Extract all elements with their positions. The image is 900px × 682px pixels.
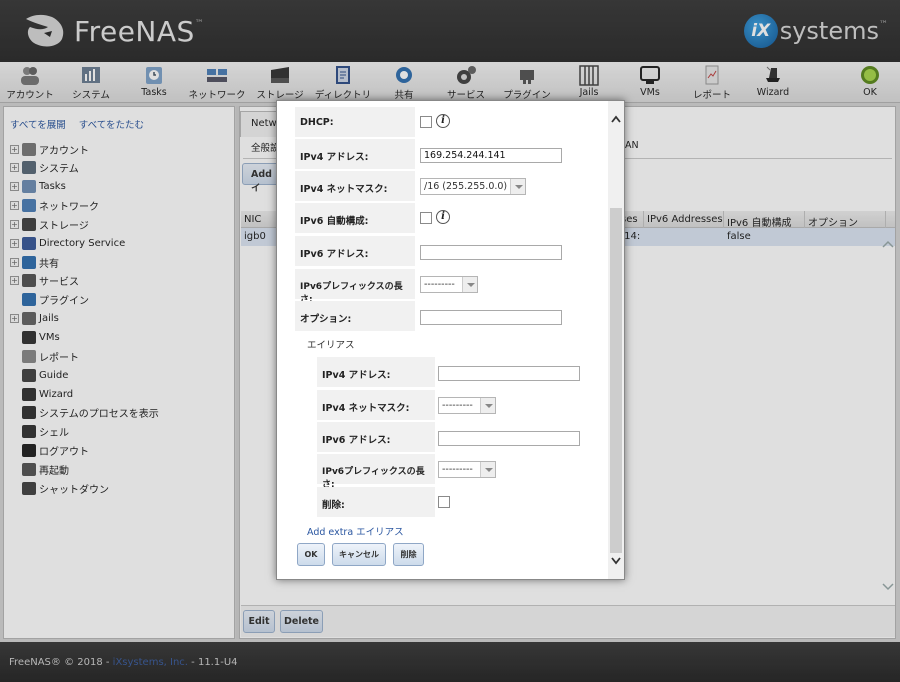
- cancel-button[interactable]: キャンセル: [332, 543, 386, 566]
- alias-ipv6-prefix-row: IPv6プレフィックスの長さ: ---------: [317, 454, 609, 490]
- alias-delete-row: 削除:: [317, 487, 609, 517]
- alias-section-label: エイリアス: [307, 340, 355, 351]
- ipv4-netmask-label: IPv4 ネットマスク:: [295, 171, 415, 201]
- ipv4-address-row: IPv4 アドレス:: [295, 139, 595, 169]
- ipv4-netmask-row: IPv4 ネットマスク: /16 (255.255.0.0): [295, 171, 595, 201]
- alias-ipv6-address-input[interactable]: [438, 431, 580, 446]
- ipv4-address-input[interactable]: [420, 148, 562, 163]
- alias-ipv4-netmask-select[interactable]: ---------: [438, 397, 496, 414]
- ipv6-prefix-label: IPv6プレフィックスの長さ:: [295, 269, 415, 305]
- alias-ipv6-prefix-select[interactable]: ---------: [438, 461, 496, 478]
- scrollbar-thumb[interactable]: [610, 208, 622, 553]
- edit-interface-dialog: DHCP: i IPv4 アドレス: IPv4 ネットマスク: /16 (255…: [276, 100, 625, 580]
- ipv6-address-label: IPv6 アドレス:: [295, 236, 415, 266]
- add-extra-alias-link[interactable]: Add extra エイリアス: [307, 524, 404, 538]
- chevron-down-icon: [462, 277, 477, 292]
- ipv4-netmask-select[interactable]: /16 (255.255.0.0): [420, 178, 526, 195]
- options-input[interactable]: [420, 310, 562, 325]
- ipv4-address-label: IPv4 アドレス:: [295, 139, 415, 169]
- alias-ipv6-address-label: IPv6 アドレス:: [317, 422, 435, 452]
- ok-button[interactable]: OK: [297, 543, 325, 566]
- chevron-down-icon: [480, 462, 495, 477]
- options-label: オプション:: [295, 301, 415, 331]
- alias-delete-checkbox[interactable]: [438, 496, 450, 508]
- info-icon[interactable]: i: [436, 210, 450, 224]
- options-row: オプション:: [295, 301, 595, 331]
- ipv6-address-row: IPv6 アドレス:: [295, 236, 595, 266]
- alias-ipv6-prefix-label: IPv6プレフィックスの長さ:: [317, 454, 435, 490]
- alias-ipv4-address-input[interactable]: [438, 366, 580, 381]
- alias-ipv4-netmask-row: IPv4 ネットマスク: ---------: [317, 390, 609, 420]
- ipv6-prefix-row: IPv6プレフィックスの長さ: ---------: [295, 269, 595, 305]
- select-value: ---------: [442, 464, 473, 475]
- select-value: ---------: [424, 279, 455, 290]
- ipv6-address-input[interactable]: [420, 245, 562, 260]
- ipv6-auto-row: IPv6 自動構成: i: [295, 203, 595, 233]
- scroll-down-icon[interactable]: [610, 555, 622, 567]
- dialog-scrollbar[interactable]: [608, 101, 624, 579]
- alias-ipv4-address-row: IPv4 アドレス:: [317, 357, 609, 387]
- select-value: /16 (255.255.0.0): [424, 181, 508, 192]
- ipv6-auto-checkbox[interactable]: [420, 212, 432, 224]
- alias-ipv6-address-row: IPv6 アドレス:: [317, 422, 609, 452]
- alias-delete-label: 削除:: [317, 487, 435, 517]
- info-icon[interactable]: i: [436, 114, 450, 128]
- alias-ipv4-address-label: IPv4 アドレス:: [317, 357, 435, 387]
- dhcp-row: DHCP: i: [295, 107, 595, 137]
- chevron-down-icon: [480, 398, 495, 413]
- dhcp-label: DHCP:: [295, 107, 415, 137]
- dhcp-checkbox[interactable]: [420, 116, 432, 128]
- delete-button[interactable]: 削除: [393, 543, 424, 566]
- ipv6-auto-label: IPv6 自動構成:: [295, 203, 415, 233]
- select-value: ---------: [442, 400, 473, 411]
- chevron-down-icon: [510, 179, 525, 194]
- ipv6-prefix-select[interactable]: ---------: [420, 276, 478, 293]
- alias-ipv4-netmask-label: IPv4 ネットマスク:: [317, 390, 435, 420]
- scroll-up-icon[interactable]: [610, 113, 622, 125]
